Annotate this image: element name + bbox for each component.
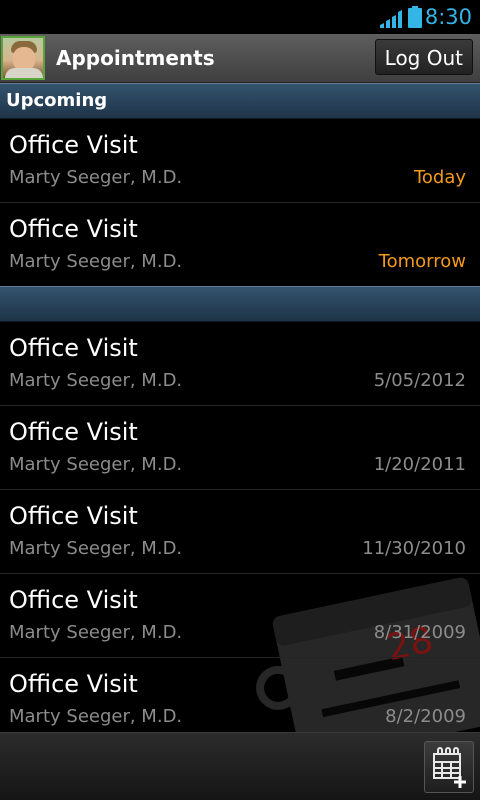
appointment-title: Office Visit (9, 418, 138, 446)
list-item[interactable]: Office Visit Marty Seeger, M.D. 8/31/200… (0, 574, 480, 658)
appointment-date: 5/05/2012 (373, 370, 466, 391)
appointment-doctor: Marty Seeger, M.D. (9, 454, 183, 475)
appointment-title: Office Visit (9, 334, 138, 362)
list-item[interactable]: Office Visit Marty Seeger, M.D. 11/30/20… (0, 490, 480, 574)
list-item[interactable]: Office Visit Marty Seeger, M.D. 5/05/201… (0, 322, 480, 406)
upcoming-list: Office Visit Marty Seeger, M.D. Today Of… (0, 119, 480, 287)
appointment-date: 8/2/2009 (385, 706, 466, 727)
appointment-title: Office Visit (9, 586, 138, 614)
user-avatar[interactable] (1, 36, 45, 80)
list-item[interactable]: Office Visit Marty Seeger, M.D. Today (0, 119, 480, 203)
section-header-upcoming: Upcoming (0, 83, 480, 119)
section-header-label: Upcoming (6, 90, 108, 111)
calendar-add-icon (433, 747, 466, 788)
appointment-doctor: Marty Seeger, M.D. (9, 370, 183, 391)
appointment-doctor: Marty Seeger, M.D. (9, 538, 183, 559)
appointment-date: Today (413, 167, 466, 188)
action-bar: Appointments Log Out (0, 34, 480, 83)
appointment-doctor: Marty Seeger, M.D. (9, 167, 183, 188)
appointment-date: 8/31/2009 (373, 622, 466, 643)
appointment-title: Office Visit (9, 131, 138, 159)
bottom-bar (0, 732, 480, 800)
past-list: Office Visit Marty Seeger, M.D. 5/05/201… (0, 322, 480, 742)
appointment-date: 11/30/2010 (362, 538, 466, 559)
appointment-title: Office Visit (9, 670, 138, 698)
add-appointment-button[interactable] (424, 741, 474, 793)
avatar-shirt (5, 68, 43, 78)
logout-button[interactable]: Log Out (374, 39, 473, 75)
status-clock: 8:30 (424, 5, 472, 29)
list-item[interactable]: Office Visit Marty Seeger, M.D. 1/20/201… (0, 406, 480, 490)
appointment-title: Office Visit (9, 502, 138, 530)
appointment-doctor: Marty Seeger, M.D. (9, 251, 183, 272)
page-title: Appointments (56, 46, 215, 70)
status-bar: 8:30 (0, 0, 480, 34)
appointment-doctor: Marty Seeger, M.D. (9, 622, 183, 643)
appointment-doctor: Marty Seeger, M.D. (9, 706, 183, 727)
appointment-title: Office Visit (9, 215, 138, 243)
battery-icon (408, 6, 422, 28)
appointment-date: 1/20/2011 (373, 454, 466, 475)
appointment-date: Tomorrow (378, 251, 466, 272)
list-item[interactable]: Office Visit Marty Seeger, M.D. Tomorrow (0, 203, 480, 287)
signal-icon (380, 10, 402, 28)
list-item[interactable]: Office Visit Marty Seeger, M.D. 8/2/2009 (0, 658, 480, 742)
section-header-past (0, 286, 480, 322)
appointments-screen: 8:30 Appointments Log Out Upcoming Offic… (0, 0, 480, 800)
